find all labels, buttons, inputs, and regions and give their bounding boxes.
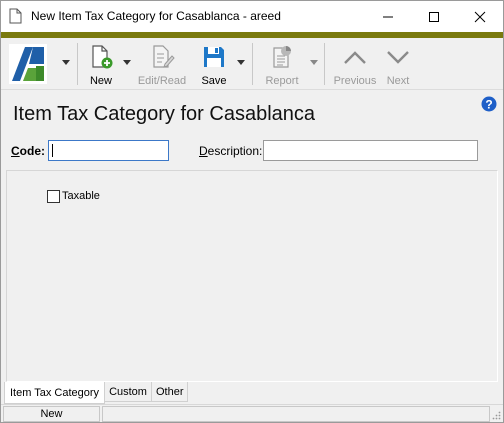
- next-button[interactable]: Next: [384, 42, 412, 88]
- help-icon[interactable]: ?: [481, 96, 497, 112]
- document-icon: [9, 8, 22, 24]
- page-title: Item Tax Category for Casablanca: [13, 103, 316, 125]
- previous-button-label: Previous: [333, 75, 377, 87]
- maximize-icon: [429, 11, 439, 22]
- title-bar: New Item Tax Category for Casablanca - a…: [1, 1, 503, 32]
- tab-strip: Item Tax Category Custom Other: [4, 382, 189, 404]
- toolbar-separator: [324, 43, 325, 85]
- app-window: New Item Tax Category for Casablanca - a…: [0, 0, 504, 423]
- close-icon: [474, 11, 486, 22]
- edit-document-icon: [153, 45, 175, 68]
- text-caret: [52, 144, 53, 157]
- new-document-icon: [92, 45, 113, 69]
- edit-read-button-label: Edit/Read: [137, 75, 187, 87]
- new-menu-arrow-icon[interactable]: [123, 60, 131, 65]
- report-menu-arrow-icon[interactable]: [310, 60, 318, 65]
- maximize-button[interactable]: [411, 1, 457, 32]
- code-label-mnemonic: C: [11, 144, 20, 158]
- status-bar: New: [1, 404, 503, 422]
- tab-custom[interactable]: Custom: [104, 382, 152, 402]
- tab-item-tax-category[interactable]: Item Tax Category: [4, 382, 106, 404]
- description-label: Description:: [199, 144, 262, 158]
- floppy-disk-icon: [204, 47, 224, 67]
- status-mode: New: [3, 406, 100, 422]
- resize-grip-icon[interactable]: [491, 410, 501, 420]
- toolbar-separator: [77, 43, 78, 85]
- code-label-text: ode:: [19, 144, 46, 158]
- chevron-up-icon: [344, 51, 366, 64]
- description-input[interactable]: [263, 140, 478, 161]
- save-button[interactable]: Save: [199, 42, 229, 88]
- close-button[interactable]: [457, 1, 503, 32]
- minimize-button[interactable]: [365, 1, 411, 32]
- save-button-label: Save: [201, 75, 227, 87]
- save-menu-arrow-icon[interactable]: [237, 60, 245, 65]
- taxable-checkbox[interactable]: [47, 190, 60, 203]
- edit-read-button[interactable]: Edit/Read: [136, 42, 188, 88]
- description-label-mnemonic: D: [199, 144, 208, 158]
- code-label: Code:: [11, 144, 45, 158]
- toolbar-separator: [252, 43, 253, 85]
- new-button-label: New: [89, 75, 112, 87]
- taxable-checkbox-label[interactable]: Taxable: [62, 190, 100, 202]
- code-input[interactable]: [48, 140, 169, 161]
- toolbar: New Edit/Read Save Report Previous Next: [1, 38, 503, 90]
- new-button[interactable]: New: [87, 42, 115, 88]
- description-label-text: escription:: [207, 144, 263, 158]
- report-button[interactable]: Report: [262, 42, 302, 88]
- next-button-label: Next: [386, 75, 410, 87]
- svg-text:?: ?: [485, 98, 492, 112]
- logo-menu-arrow-icon[interactable]: [62, 60, 70, 65]
- previous-button[interactable]: Previous: [333, 42, 377, 88]
- minimize-icon: [383, 16, 393, 17]
- tab-other[interactable]: Other: [150, 382, 189, 402]
- report-button-label: Report: [265, 75, 299, 87]
- status-message-area: [102, 406, 490, 422]
- window-title: New Item Tax Category for Casablanca - a…: [31, 9, 281, 23]
- chevron-down-icon: [387, 51, 409, 64]
- report-icon: [273, 46, 291, 68]
- app-logo-icon[interactable]: [9, 44, 47, 84]
